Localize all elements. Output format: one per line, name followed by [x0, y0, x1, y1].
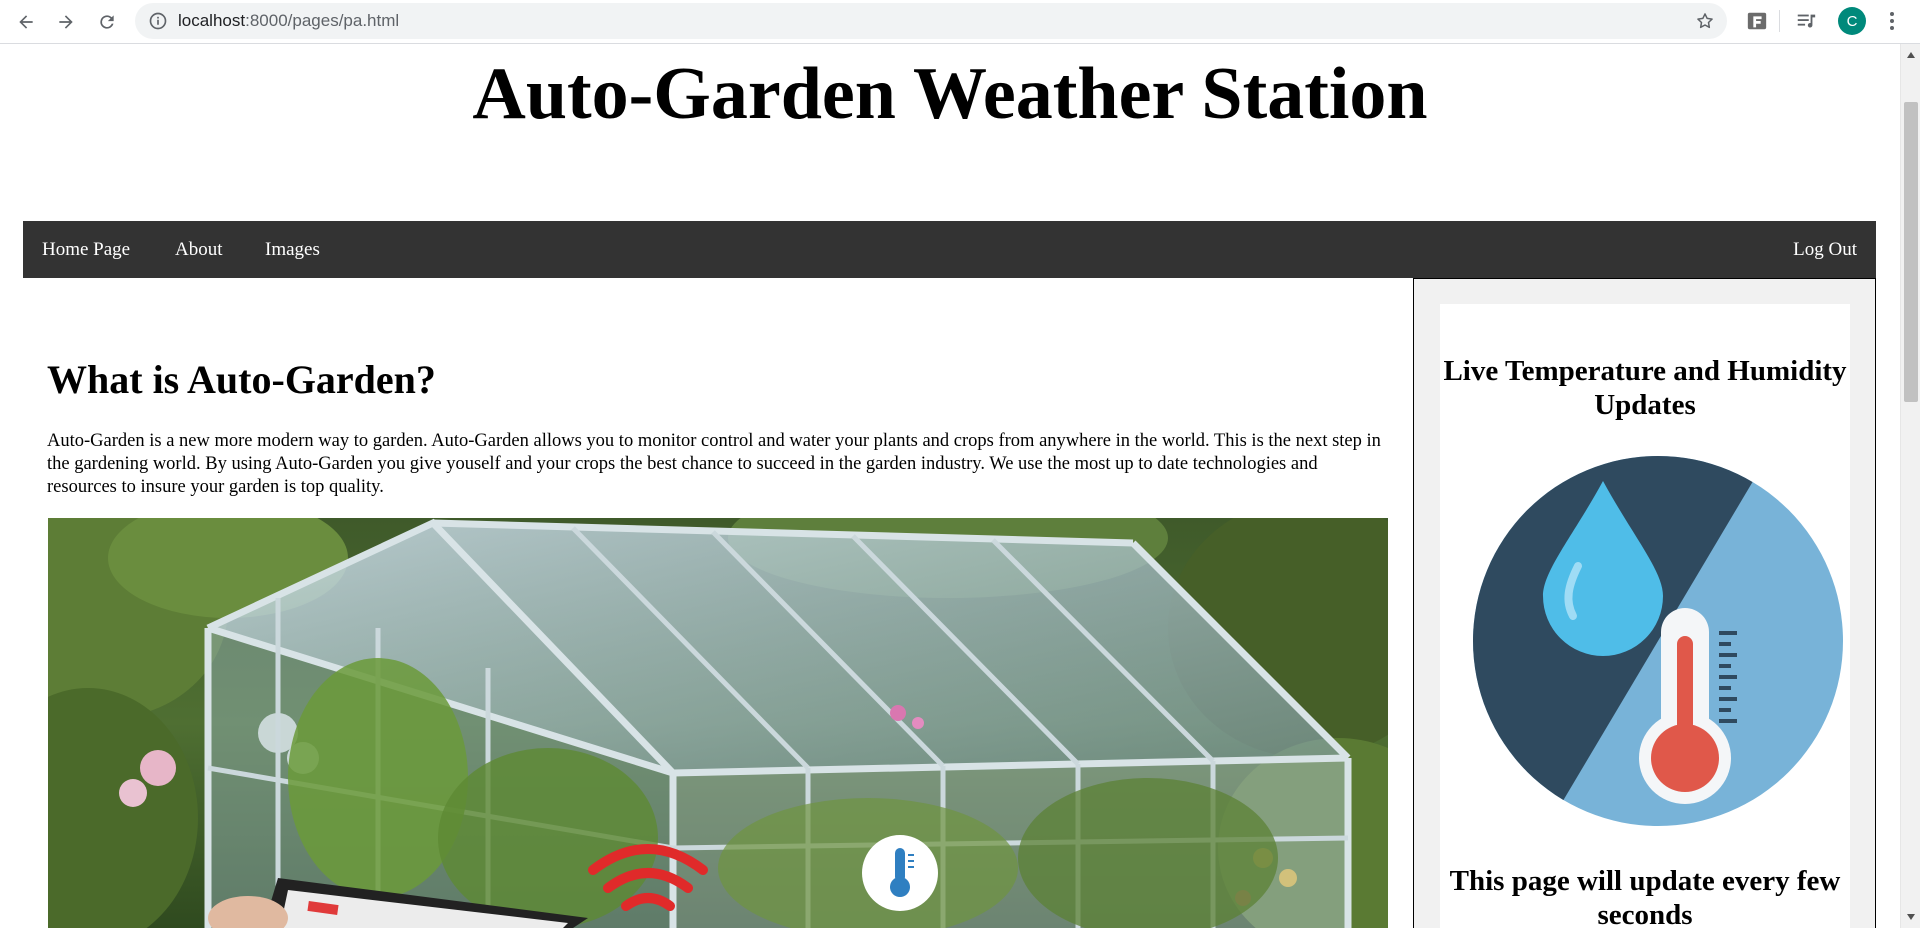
greenhouse-image [48, 518, 1388, 928]
section-heading: What is Auto-Garden? [47, 357, 436, 402]
scroll-up-arrow-icon[interactable] [1906, 50, 1916, 60]
intro-paragraph: Auto-Garden is a new more modern way to … [47, 431, 1381, 497]
sidebar: Live Temperature and Humidity Updates Th… [1413, 278, 1876, 928]
star-icon[interactable] [1695, 11, 1715, 31]
back-button[interactable] [12, 8, 40, 36]
temperature-humidity-badge [1473, 456, 1843, 826]
page-scrollbar[interactable] [1900, 44, 1920, 928]
nav-about[interactable]: About [175, 221, 223, 278]
url-path: :8000/pages/pa.html [245, 11, 400, 30]
url-host: localhost [178, 11, 246, 30]
info-icon[interactable] [148, 11, 168, 31]
media-icon[interactable] [1795, 10, 1817, 32]
site-title: Auto-Garden Weather Station [472, 53, 1428, 135]
page-viewport: Auto-Garden Weather Station Home Page Ab… [0, 44, 1920, 928]
top-navbar: Home Page About Images Log Out [23, 221, 1876, 278]
scroll-thumb[interactable] [1904, 102, 1918, 402]
update-note: This page will update every few seconds [1449, 865, 1841, 928]
sidebar-card: Live Temperature and Humidity Updates Th… [1440, 304, 1850, 928]
nav-images[interactable]: Images [265, 221, 320, 278]
sidebar-title: Live Temperature and Humidity Updates [1443, 355, 1847, 421]
url-text[interactable]: localhost:8000/pages/pa.html [178, 3, 399, 39]
reload-button[interactable] [93, 8, 121, 36]
back-arrow-icon [19, 15, 33, 29]
browser-toolbar: localhost:8000/pages/pa.html C [0, 0, 1920, 44]
address-bar[interactable]: localhost:8000/pages/pa.html [135, 3, 1727, 39]
scroll-down-arrow-icon[interactable] [1906, 912, 1916, 922]
reload-icon [100, 15, 114, 29]
nav-home-page[interactable]: Home Page [42, 221, 130, 278]
profile-avatar[interactable]: C [1838, 7, 1866, 35]
forward-arrow-icon [59, 15, 73, 29]
forward-button[interactable] [52, 8, 80, 36]
nav-log-out[interactable]: Log Out [1793, 221, 1857, 278]
extension-icon[interactable] [1746, 10, 1768, 32]
kebab-menu-icon[interactable] [1884, 10, 1900, 32]
thermometer-icon [862, 835, 938, 911]
toolbar-divider [1779, 10, 1780, 32]
